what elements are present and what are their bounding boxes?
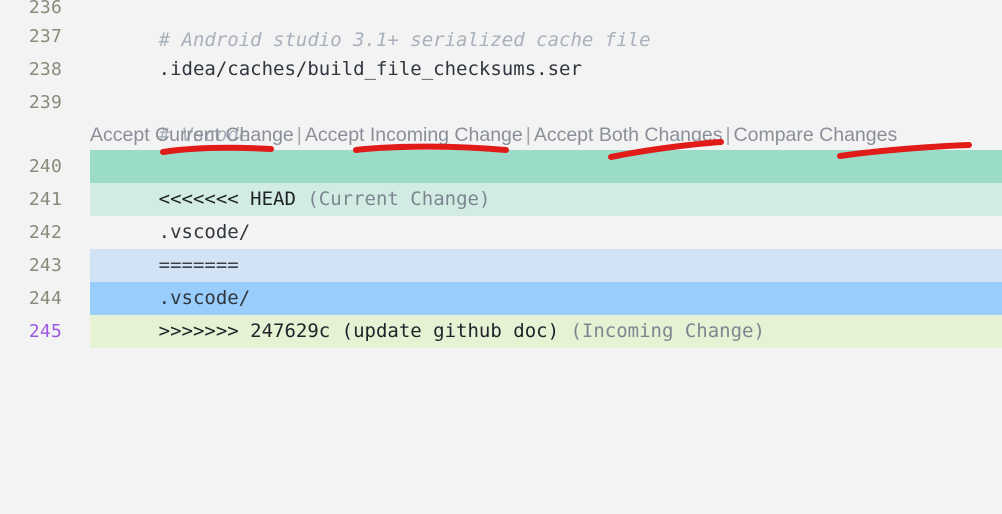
line-number-237[interactable]: 237 [0,20,62,53]
line-number-242[interactable]: 242 [0,216,62,249]
code-line-243[interactable]: .vscode/ [90,249,1002,309]
merge-conflict-codelens: Accept Current Change | Accept Incoming Ch… [90,122,897,149]
codelens-separator-3: | [725,124,731,146]
line-number-241[interactable]: 241 [0,183,62,216]
code-line-244[interactable]: >>>>>>> 247629c (update github doc) (Inc… [90,282,1002,342]
code-surface[interactable]: # Android studio 3.1+ serialized cache f… [90,0,1002,514]
code-line-242[interactable]: ======= [90,216,1002,276]
code-editor[interactable]: # Android studio 3.1+ serialized cache f… [0,0,1002,514]
line-number-243[interactable]: 243 [0,249,62,282]
compare-changes-action[interactable]: Compare Changes [734,124,898,146]
accept-incoming-change-action[interactable]: Accept Incoming Change [305,124,523,146]
code-line-245[interactable] [90,315,1002,348]
code-line-238[interactable] [90,53,1002,86]
codelens-separator-2: | [525,124,531,146]
line-number-gutter: 236 237 238 239 240 241 242 243 244 245 [0,0,62,514]
line-number-238[interactable]: 238 [0,53,62,86]
codelens-separator-1: | [296,124,302,146]
code-line-240[interactable]: <<<<<<< HEAD (Current Change) [90,150,1002,210]
code-line-239[interactable]: # Vscode [90,86,1002,146]
accept-current-change-action[interactable]: Accept Current Change [90,124,294,146]
code-line-241[interactable]: .vscode/ [90,183,1002,243]
accept-both-changes-action[interactable]: Accept Both Changes [534,124,723,146]
line-number-245[interactable]: 245 [0,315,62,348]
line-number-239[interactable]: 239 [0,86,62,119]
line-number-244[interactable]: 244 [0,282,62,315]
code-line-237[interactable]: .idea/caches/build_file_checksums.ser [90,20,1002,80]
line-number-240[interactable]: 240 [0,150,62,183]
